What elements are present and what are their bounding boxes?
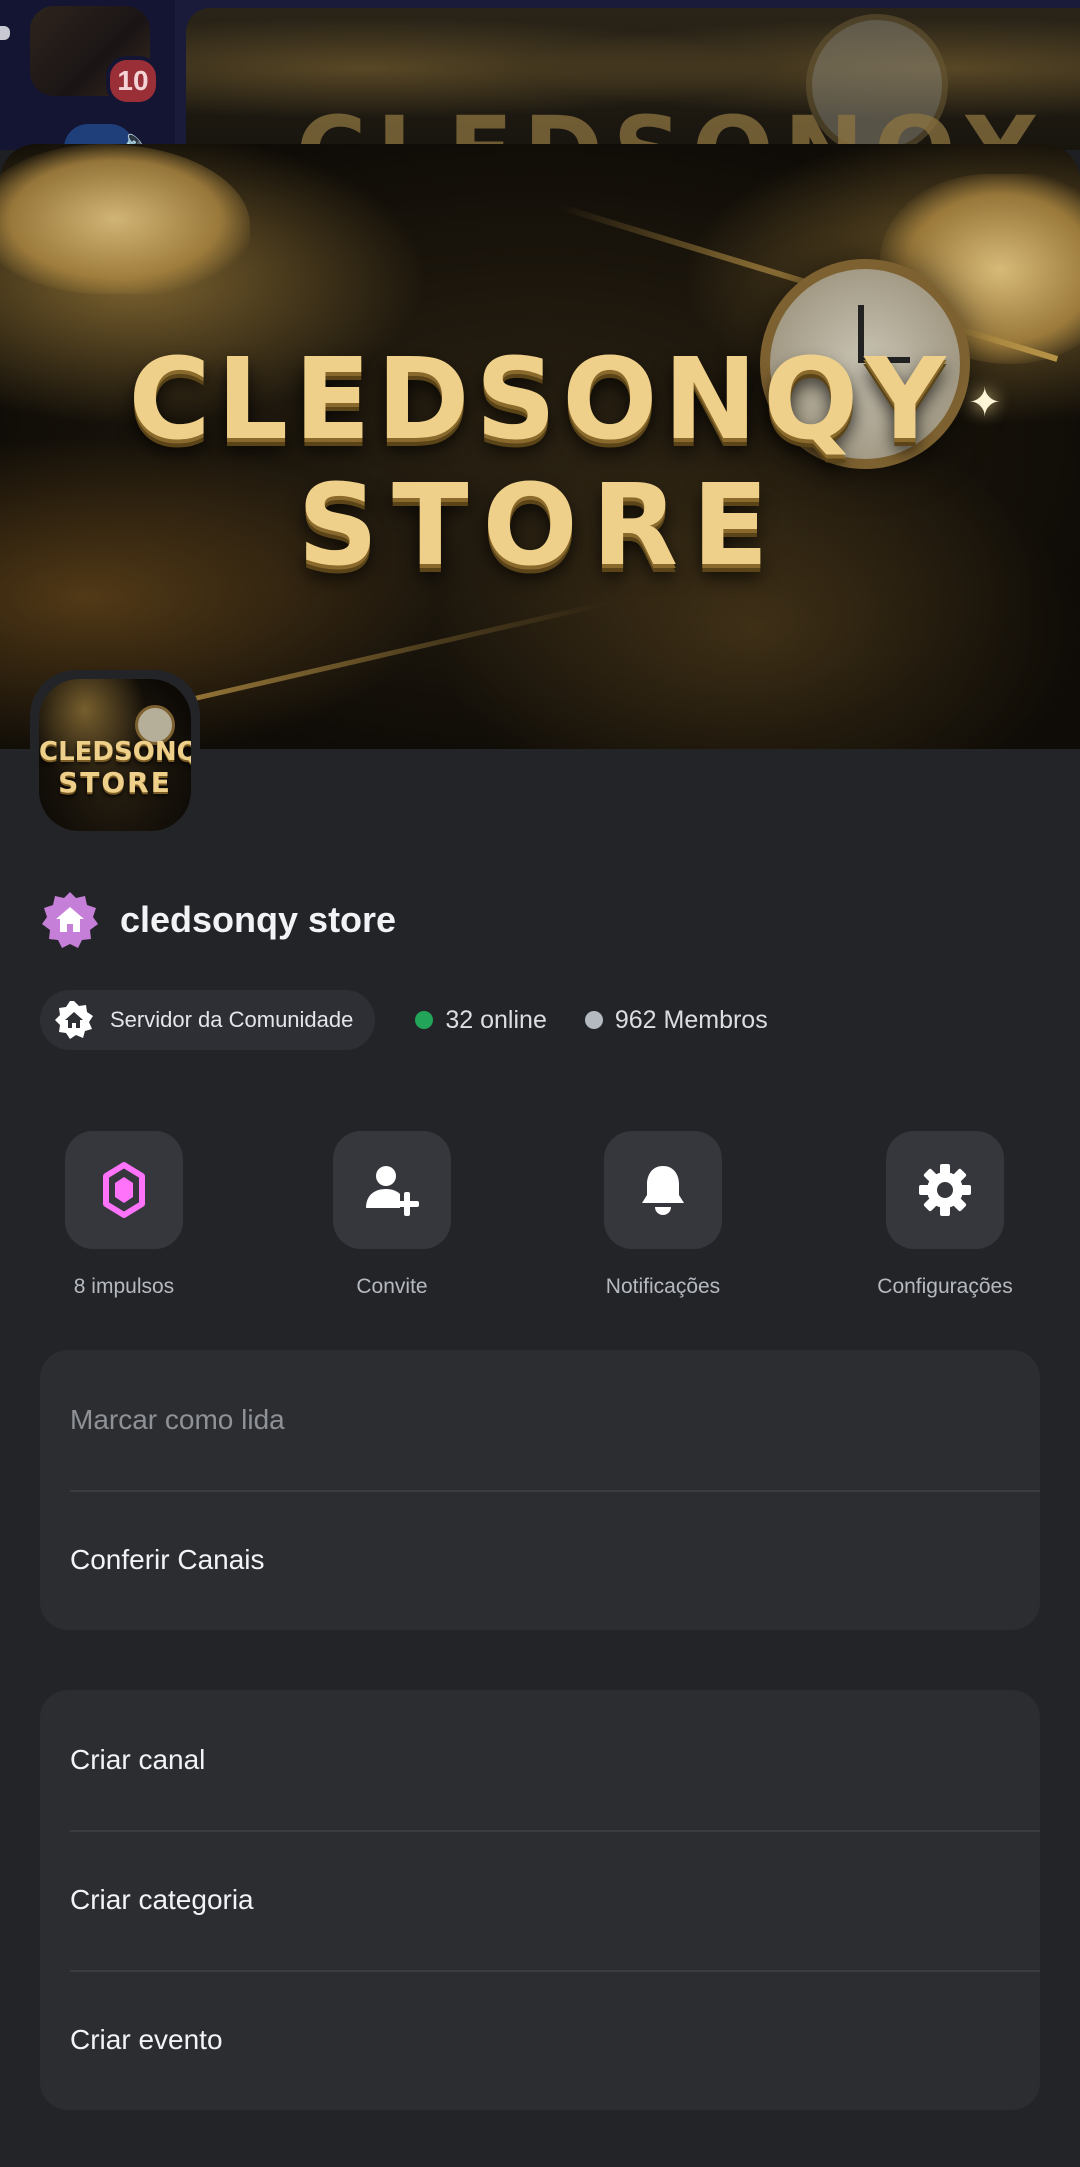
members-status-dot <box>584 1011 603 1029</box>
invite-person-add-icon <box>366 1166 419 1216</box>
server-icon[interactable]: CLEDSONQY STORE <box>39 679 191 831</box>
invite-button[interactable]: Convite <box>302 1131 482 1299</box>
server-icon-line2: STORE <box>58 766 172 799</box>
boosts-label: 8 impulsos <box>73 1275 175 1298</box>
settings-button-square[interactable] <box>886 1131 1004 1249</box>
boost-gem-icon <box>103 1162 145 1218</box>
unread-badge: 10 <box>106 56 160 106</box>
server-stats-row: Servidor da Comunidade 32 online 962 Mem… <box>40 990 768 1050</box>
banner-chain-art <box>159 600 609 709</box>
mark-as-read-item[interactable]: Marcar como lida <box>40 1350 1040 1490</box>
notifications-label: Notificações <box>605 1275 721 1298</box>
member-count: 962 Membros <box>614 1005 768 1034</box>
boosts-button[interactable]: 8 impulsos <box>34 1131 214 1299</box>
gear-icon <box>919 1164 971 1216</box>
create-category-item[interactable]: Criar categoria <box>40 1830 1040 1970</box>
server-name: cledsonqy store <box>120 899 397 940</box>
settings-label: Configurações <box>877 1275 1013 1298</box>
server-icon-line1: CLEDSONQY <box>39 737 191 767</box>
invite-button-square[interactable] <box>333 1131 451 1249</box>
bell-icon <box>642 1166 684 1215</box>
notifications-button[interactable]: Notificações <box>573 1131 753 1299</box>
sparkle-icon: ✦ <box>968 381 1002 425</box>
invite-label: Convite <box>356 1275 428 1298</box>
community-server-pill[interactable]: Servidor da Comunidade <box>40 990 376 1050</box>
background-server-view: 10 🔈 CLEDSONQY <box>0 0 1080 150</box>
server-name-row: cledsonqy store <box>40 890 396 950</box>
create-channel-item[interactable]: Criar canal <box>40 1690 1040 1830</box>
community-badge-icon <box>40 890 100 950</box>
create-menu: Criar canal Criar categoria Criar evento <box>40 1690 1040 2110</box>
notifications-button-square[interactable] <box>604 1131 722 1249</box>
boosts-button-square[interactable] <box>65 1131 183 1249</box>
online-status-dot <box>415 1011 434 1029</box>
server-rail-indicator <box>0 26 10 40</box>
read-and-channels-menu: Marcar como lida Conferir Canais <box>40 1350 1040 1630</box>
online-count: 32 online <box>445 1005 547 1034</box>
server-icon-text: CLEDSONQY STORE <box>39 739 191 797</box>
banner-title-line2: STORE <box>297 461 783 591</box>
browse-channels-item[interactable]: Conferir Canais <box>40 1490 1040 1630</box>
server-actions-row: 8 impulsos Convite Notificações Configur… <box>0 1131 1080 1311</box>
server-banner: CLEDSONQY STORE ✦ <box>0 144 1080 749</box>
banner-title-line1: CLEDSONQY <box>128 335 952 465</box>
server-rail: 10 🔈 <box>0 0 175 150</box>
banner-wing-art <box>0 144 250 294</box>
background-banner-text: CLEDSONQY <box>296 96 1045 150</box>
members-stat: 962 Membros <box>584 1005 768 1035</box>
settings-button[interactable]: Configurações <box>855 1131 1035 1299</box>
create-event-item[interactable]: Criar evento <box>40 1970 1040 2110</box>
server-icon-frame: CLEDSONQY STORE <box>30 670 200 840</box>
banner-title: CLEDSONQY STORE <box>0 344 1080 582</box>
background-banner: CLEDSONQY <box>186 8 1080 150</box>
community-server-label: Servidor da Comunidade <box>110 1007 354 1032</box>
online-stat: 32 online <box>415 1005 547 1035</box>
community-gear-badge-icon <box>54 1000 94 1040</box>
